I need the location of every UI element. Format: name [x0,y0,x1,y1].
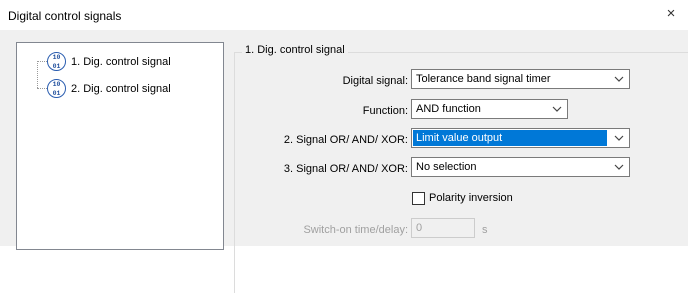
chevron-down-icon [614,76,624,82]
polarity-inversion-checkbox[interactable] [412,192,425,205]
window-title: Digital control signals [8,9,122,23]
tree-item-label: 1. Dig. control signal [71,56,171,68]
signal3-value: No selection [416,161,477,173]
signal-tree[interactable]: 10 01 1. Dig. control signal 10 01 2. Dig.… [16,42,224,250]
function-label: Function: [362,105,408,117]
signal2-select[interactable]: Limit value output [411,128,630,148]
digital-signal-value: Tolerance band signal timer [416,73,551,85]
chevron-down-icon [614,164,624,170]
tree-item-label: 2. Dig. control signal [71,83,171,95]
chevron-down-icon [552,106,562,112]
switch-on-delay-label: Switch-on time/delay: [303,224,408,236]
tree-connector [37,88,47,89]
signal2-value: Limit value output [413,130,607,146]
chevron-down-icon [614,135,624,141]
function-value: AND function [416,103,481,115]
dialog-client-area: 10 01 1. Dig. control signal 10 01 2. Dig.… [0,30,688,293]
function-select[interactable]: AND function [411,99,568,119]
binary-signal-icon: 10 01 [47,79,66,98]
signal2-label: 2. Signal OR/ AND/ XOR: [283,134,408,146]
switch-on-delay-value: 0 [416,222,423,234]
close-icon[interactable]: × [662,5,680,23]
tree-connector [37,61,38,88]
title-bar: Digital control signals × [0,0,688,30]
digital-signal-select[interactable]: Tolerance band signal timer [411,69,630,89]
switch-on-delay-input[interactable]: 0 [411,218,475,238]
digital-signal-label: Digital signal: [342,75,408,87]
tree-connector [37,61,47,62]
switch-on-delay-unit: s [482,224,488,236]
polarity-inversion-label: Polarity inversion [429,192,513,204]
signal3-select[interactable]: No selection [411,157,630,177]
signal3-label: 3. Signal OR/ AND/ XOR: [283,163,408,175]
binary-signal-icon: 10 01 [47,52,66,71]
group-title: 1. Dig. control signal [242,44,348,56]
